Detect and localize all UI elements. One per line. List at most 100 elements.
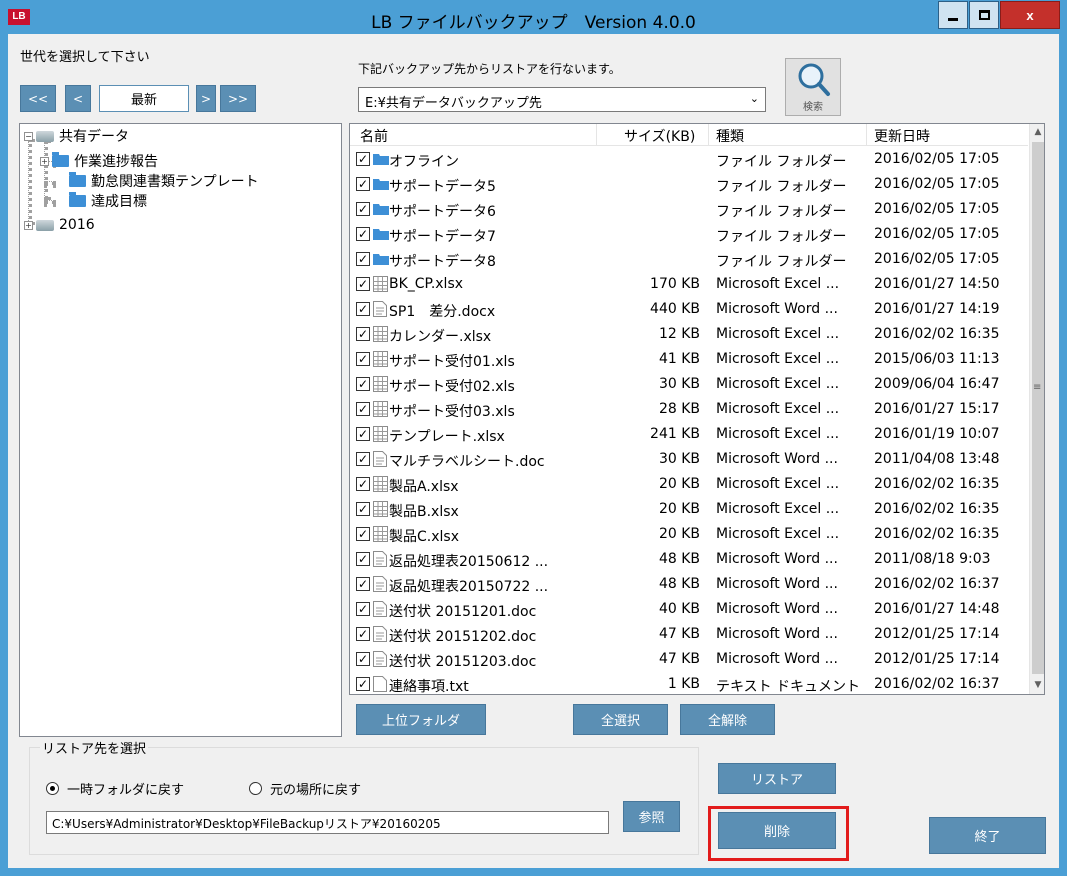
file-size: 12 KB (658, 326, 700, 342)
restore-path-input[interactable]: C:¥Users¥Administrator¥Desktop¥FileBacku… (46, 811, 609, 834)
table-row[interactable]: ✓ サポートデータ6 ファイル フォルダー 2016/02/05 17:05 (350, 197, 1028, 222)
table-row[interactable]: ✓ サポートデータ8 ファイル フォルダー 2016/02/05 17:05 (350, 247, 1028, 272)
restore-button[interactable]: リストア (718, 763, 836, 794)
row-checkbox[interactable]: ✓ (356, 427, 370, 441)
exit-button[interactable]: 終了 (929, 817, 1046, 854)
deselect-all-button[interactable]: 全解除 (680, 704, 775, 735)
column-divider[interactable] (596, 124, 597, 146)
row-checkbox[interactable]: ✓ (356, 202, 370, 216)
column-name-header[interactable]: 名前 (360, 126, 388, 146)
select-all-button[interactable]: 全選択 (573, 704, 668, 735)
backup-source-select[interactable]: E:¥共有データバックアップ先 ⌄ (358, 87, 766, 112)
table-row[interactable]: ✓ 製品C.xlsx 20 KB Microsoft Excel ... 2016/02… (350, 522, 1028, 547)
row-checkbox[interactable]: ✓ (356, 327, 370, 341)
search-button[interactable]: 検索 (785, 58, 841, 116)
row-checkbox[interactable]: ✓ (356, 577, 370, 591)
file-type: Microsoft Word ... (716, 626, 838, 642)
table-row[interactable]: ✓ サポート受付02.xls 30 KB Microsoft Excel ... 200… (350, 372, 1028, 397)
row-checkbox[interactable]: ✓ (356, 502, 370, 516)
column-size-header[interactable]: サイズ(KB) (624, 126, 695, 146)
folder-tree[interactable]: − 共有データ + 作業進捗報告 勤怠関連書類テンプレート 達成目標 + 201… (19, 123, 342, 737)
tree-item-2016[interactable]: + 2016 (24, 215, 95, 235)
table-row[interactable]: ✓ マルチラベルシート.doc 30 KB Microsoft Word ... 201… (350, 447, 1028, 472)
column-divider[interactable] (708, 124, 709, 146)
row-checkbox[interactable]: ✓ (356, 152, 370, 166)
table-row[interactable]: ✓ 製品B.xlsx 20 KB Microsoft Excel ... 2016/02… (350, 497, 1028, 522)
tree-item-shared-data[interactable]: − 共有データ (24, 126, 129, 146)
next-generation-button[interactable]: > (196, 85, 216, 112)
row-checkbox[interactable]: ✓ (356, 302, 370, 316)
table-row[interactable]: ✓ テンプレート.xlsx 241 KB Microsoft Excel ... 201… (350, 422, 1028, 447)
table-row[interactable]: ✓ サポート受付03.xls 28 KB Microsoft Excel ... 201… (350, 397, 1028, 422)
table-row[interactable]: ✓ 製品A.xlsx 20 KB Microsoft Excel ... 2016/02… (350, 472, 1028, 497)
folder-icon (69, 192, 86, 207)
table-row[interactable]: ✓ 送付状 20151203.doc 47 KB Microsoft Word ...… (350, 647, 1028, 672)
row-checkbox[interactable]: ✓ (356, 177, 370, 191)
table-row[interactable]: ✓ カレンダー.xlsx 12 KB Microsoft Excel ... 2016/… (350, 322, 1028, 347)
first-generation-button[interactable]: << (20, 85, 56, 112)
table-row[interactable]: ✓ サポート受付01.xls 41 KB Microsoft Excel ... 201… (350, 347, 1028, 372)
radio-temp-folder[interactable]: 一時フォルダに戻す (46, 779, 184, 798)
row-checkbox[interactable]: ✓ (356, 227, 370, 241)
file-list[interactable]: 名前 サイズ(KB) 種類 更新日時 ✓ オフライン ファイル フォルダー 2016/… (349, 123, 1045, 695)
tree-item-label: 勤怠関連書類テンプレート (91, 174, 259, 190)
row-checkbox[interactable]: ✓ (356, 527, 370, 541)
current-generation-field[interactable]: 最新 (99, 85, 189, 112)
row-checkbox[interactable]: ✓ (356, 352, 370, 366)
row-checkbox[interactable]: ✓ (356, 452, 370, 466)
spreadsheet-icon (373, 326, 388, 346)
row-checkbox[interactable]: ✓ (356, 627, 370, 641)
maximize-button[interactable] (969, 1, 999, 29)
table-row[interactable]: ✓ 返品処理表20150612 ... 48 KB Microsoft Word ..… (350, 547, 1028, 572)
column-type-header[interactable]: 種類 (716, 126, 744, 146)
expand-icon[interactable]: + (24, 220, 33, 230)
row-checkbox[interactable]: ✓ (356, 252, 370, 266)
prev-generation-button[interactable]: < (65, 85, 91, 112)
tree-item-goals[interactable]: 達成目標 (69, 191, 147, 211)
row-checkbox[interactable]: ✓ (356, 677, 370, 691)
parent-folder-button[interactable]: 上位フォルダ (356, 704, 486, 735)
table-row[interactable]: ✓ SP1 差分.docx 440 KB Microsoft Word ... 2016… (350, 297, 1028, 322)
row-checkbox[interactable]: ✓ (356, 602, 370, 616)
row-checkbox[interactable]: ✓ (356, 477, 370, 491)
row-checkbox[interactable]: ✓ (356, 402, 370, 416)
row-checkbox[interactable]: ✓ (356, 652, 370, 666)
spreadsheet-icon (373, 351, 388, 371)
browse-button[interactable]: 参照 (623, 801, 680, 832)
row-checkbox[interactable]: ✓ (356, 552, 370, 566)
tree-item-attendance-templates[interactable]: 勤怠関連書類テンプレート (69, 171, 259, 191)
scroll-up-icon[interactable]: ▲ (1030, 124, 1044, 141)
table-row[interactable]: ✓ BK_CP.xlsx 170 KB Microsoft Excel ... 2016… (350, 272, 1028, 297)
last-generation-button[interactable]: >> (220, 85, 256, 112)
collapse-icon[interactable]: − (24, 131, 33, 141)
table-row[interactable]: ✓ 連絡事項.txt 1 KB テキスト ドキュメント 2016/02/02 16:37 (350, 672, 1028, 694)
table-row[interactable]: ✓ サポートデータ7 ファイル フォルダー 2016/02/05 17:05 (350, 222, 1028, 247)
column-divider[interactable] (866, 124, 867, 146)
tree-item-work-progress[interactable]: + 作業進捗報告 (40, 151, 158, 171)
vertical-scrollbar[interactable]: ▲ ≡ ▼ (1029, 124, 1044, 694)
radio-original-location[interactable]: 元の場所に戻す (249, 779, 361, 798)
scroll-thumb[interactable] (1032, 142, 1044, 674)
minimize-button[interactable] (938, 1, 968, 29)
table-row[interactable]: ✓ 送付状 20151202.doc 47 KB Microsoft Word ...… (350, 622, 1028, 647)
folder-icon (69, 172, 86, 187)
row-checkbox[interactable]: ✓ (356, 277, 370, 291)
file-type: Microsoft Excel ... (716, 426, 840, 442)
file-type: ファイル フォルダー (716, 154, 847, 170)
column-date-header[interactable]: 更新日時 (874, 126, 930, 146)
table-row[interactable]: ✓ オフライン ファイル フォルダー 2016/02/05 17:05 (350, 147, 1028, 172)
close-button[interactable]: x (1000, 1, 1060, 29)
file-type: Microsoft Word ... (716, 576, 838, 592)
backup-source-value: E:¥共有データバックアップ先 (365, 96, 542, 111)
title-bar[interactable]: LB LB ファイルバックアップ Version 4.0.0 x (0, 0, 1067, 34)
scroll-down-icon[interactable]: ▼ (1030, 677, 1044, 694)
row-checkbox[interactable]: ✓ (356, 377, 370, 391)
file-modified: 2016/02/02 16:35 (874, 526, 1000, 542)
file-size: 30 KB (658, 451, 700, 467)
table-row[interactable]: ✓ 返品処理表20150722 ... 48 KB Microsoft Word ..… (350, 572, 1028, 597)
file-name: テンプレート.xlsx (389, 429, 505, 445)
file-size: 47 KB (658, 651, 700, 667)
expand-icon[interactable]: + (40, 156, 49, 166)
table-row[interactable]: ✓ 送付状 20151201.doc 40 KB Microsoft Word ...… (350, 597, 1028, 622)
table-row[interactable]: ✓ サポートデータ5 ファイル フォルダー 2016/02/05 17:05 (350, 172, 1028, 197)
